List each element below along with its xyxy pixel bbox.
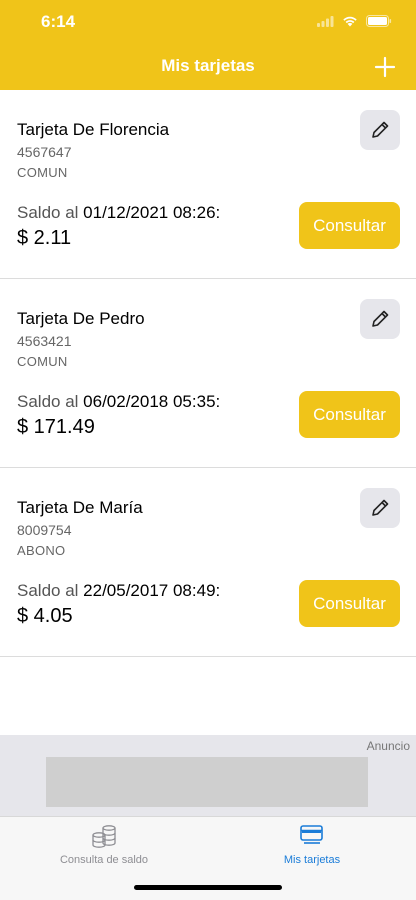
pencil-icon xyxy=(372,121,389,138)
consult-button[interactable]: Consultar xyxy=(299,391,400,438)
edit-button[interactable] xyxy=(360,110,400,150)
home-indicator[interactable] xyxy=(134,885,282,890)
card-number: 4563421 xyxy=(17,333,72,349)
card-number: 4567647 xyxy=(17,144,72,160)
balance-date: 06/02/2018 05:35: xyxy=(83,392,221,411)
balance-amount: $ 171.49 xyxy=(17,416,95,438)
balance-line: Saldo al 06/02/2018 05:35: xyxy=(17,392,220,412)
saldo-prefix: Saldo al xyxy=(17,203,79,222)
card-name: Tarjeta De Pedro xyxy=(17,309,145,328)
pencil-icon xyxy=(372,310,389,327)
tab-label: Mis tarjetas xyxy=(283,854,341,866)
battery-icon xyxy=(366,14,392,32)
balance-date: 22/05/2017 08:49: xyxy=(83,581,221,600)
balance-amount: $ 2.11 xyxy=(17,227,72,249)
card-item: Tarjeta De Florencia 4567647 COMUN Saldo… xyxy=(0,90,416,279)
card-name: Tarjeta De Florencia xyxy=(17,120,170,139)
coins-icon xyxy=(89,823,119,854)
balance-date: 01/12/2021 08:26: xyxy=(83,203,221,222)
consult-button[interactable]: Consultar xyxy=(299,580,400,627)
balance-line: Saldo al 22/05/2017 08:49: xyxy=(17,581,220,601)
saldo-prefix: Saldo al xyxy=(17,392,79,411)
status-time: 6:14 xyxy=(41,12,76,31)
status-icons xyxy=(317,14,392,32)
card-type: COMUN xyxy=(17,354,68,369)
tab-mis-tarjetas[interactable]: Mis tarjetas xyxy=(208,817,416,877)
saldo-prefix: Saldo al xyxy=(17,581,79,600)
card-item: Tarjeta De María 8009754 ABONO Saldo al … xyxy=(0,468,416,657)
ad-area: Anuncio xyxy=(0,735,416,816)
edit-button[interactable] xyxy=(360,299,400,339)
card-icon xyxy=(299,823,325,852)
balance-line: Saldo al 01/12/2021 08:26: xyxy=(17,203,220,223)
add-card-button[interactable] xyxy=(374,56,396,78)
page-title: Mis tarjetas xyxy=(161,56,255,75)
card-type: COMUN xyxy=(17,165,68,180)
card-number: 8009754 xyxy=(17,522,72,538)
tab-label: Consulta de saldo xyxy=(59,854,149,866)
edit-button[interactable] xyxy=(360,488,400,528)
plus-icon xyxy=(374,56,396,78)
consult-button[interactable]: Consultar xyxy=(299,202,400,249)
tab-consulta-saldo[interactable]: Consulta de saldo xyxy=(0,817,208,877)
header: 6:14 Mis tarjetas xyxy=(0,0,416,90)
ad-label: Anuncio xyxy=(366,739,410,753)
wifi-icon xyxy=(342,14,358,32)
card-name: Tarjeta De María xyxy=(17,498,143,517)
cellular-signal-icon xyxy=(317,14,334,32)
card-item: Tarjeta De Pedro 4563421 COMUN Saldo al … xyxy=(0,279,416,468)
card-type: ABONO xyxy=(17,543,66,558)
pencil-icon xyxy=(372,499,389,516)
ad-banner[interactable] xyxy=(46,757,368,807)
balance-amount: $ 4.05 xyxy=(17,605,73,627)
